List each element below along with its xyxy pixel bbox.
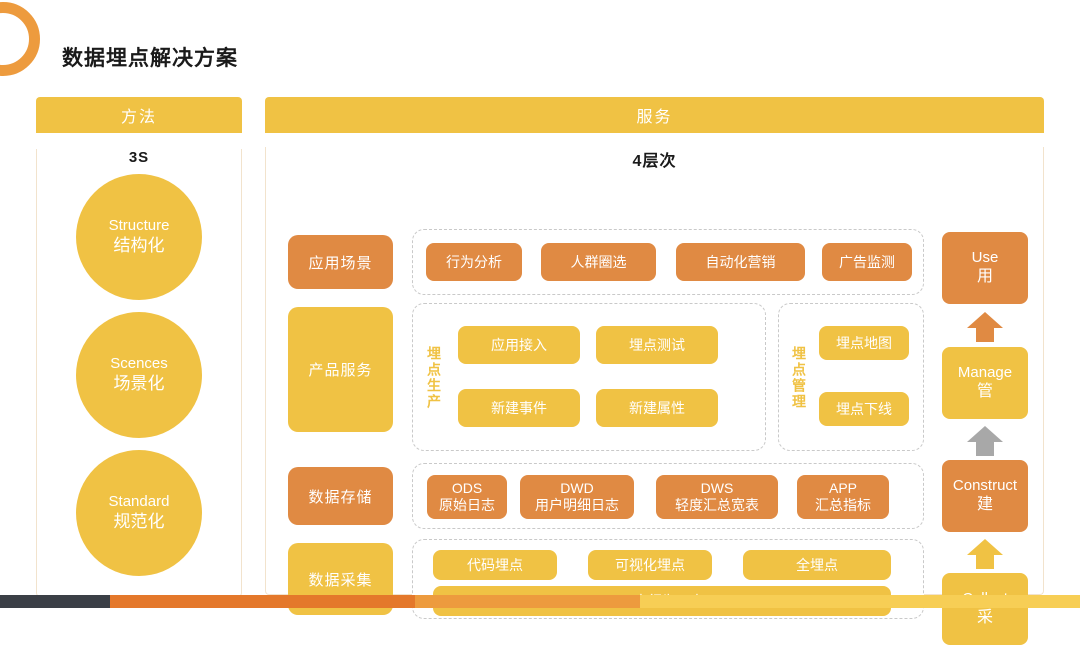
chip-full-tracking[interactable]: 全埋点 (743, 550, 891, 580)
stage-box-use[interactable]: Use 用 (942, 232, 1028, 304)
chip-line1: DWS (700, 480, 734, 497)
method-circle-structure[interactable]: Structure 结构化 (76, 174, 202, 300)
chip-code-tracking[interactable]: 代码埋点 (433, 550, 557, 580)
chip-behavior-analysis[interactable]: 行为分析 (426, 243, 522, 281)
chip-tracking-offline[interactable]: 埋点下线 (819, 392, 909, 426)
ring-decoration (0, 2, 40, 76)
chip-line2: 用户明细日志 (535, 497, 619, 513)
chip-line2: 原始日志 (439, 497, 495, 513)
chip-line2: 汇总指标 (815, 497, 871, 513)
circle-cn-label: 场景化 (113, 373, 165, 393)
service-panel-header: 服务 (265, 97, 1044, 133)
circle-en-label: Structure (108, 217, 170, 235)
row-label-product-service[interactable]: 产品服务 (288, 307, 393, 432)
chip-ods[interactable]: ODS 原始日志 (427, 475, 507, 519)
chip-marketing-automation[interactable]: 自动化营销 (676, 243, 805, 281)
page-title: 数据埋点解决方案 (62, 47, 238, 70)
chip-ad-monitoring[interactable]: 广告监测 (822, 243, 912, 281)
row-label-data-storage[interactable]: 数据存储 (288, 467, 393, 525)
stage-box-manage[interactable]: Manage 管 (942, 347, 1028, 419)
method-circle-scences[interactable]: Scences 场景化 (76, 312, 202, 438)
chip-dws[interactable]: DWS 轻度汇总宽表 (656, 475, 778, 519)
circle-en-label: Standard (108, 493, 170, 511)
circle-cn-label: 规范化 (113, 511, 165, 531)
stage-box-construct[interactable]: Construct 建 (942, 460, 1028, 532)
chip-line2: 轻度汇总宽表 (675, 497, 759, 513)
stage-en-label: Manage (957, 363, 1013, 381)
chip-dwd[interactable]: DWD 用户明细日志 (520, 475, 634, 519)
bottom-bar-segment-2 (110, 595, 415, 608)
method-panel: 方法 3S Structure 结构化 Scences 场景化 Standard… (36, 97, 242, 597)
stage-en-label: Construct (952, 476, 1018, 494)
row-label-application-scenario[interactable]: 应用场景 (288, 235, 393, 289)
method-panel-body: 3S Structure 结构化 Scences 场景化 Standard 规范… (36, 149, 242, 597)
chip-visual-tracking[interactable]: 可视化埋点 (588, 550, 712, 580)
method-circle-list: Structure 结构化 Scences 场景化 Standard 规范化 (37, 174, 241, 576)
chip-line1: ODS (451, 480, 483, 497)
bottom-bar-segment-3 (415, 595, 640, 608)
chip-new-event[interactable]: 新建事件 (458, 389, 580, 427)
group-label-tracking-management: 埋点管理 (791, 346, 807, 410)
service-panel-body: 4层次 应用场景 行为分析 人群圈选 自动化营销 广告监测 产品服务 埋点生产 … (265, 147, 1044, 645)
stage-cn-label: 建 (976, 496, 993, 514)
chip-audience-selection[interactable]: 人群圈选 (541, 243, 656, 281)
service-panel: 服务 4层次 应用场景 行为分析 人群圈选 自动化营销 广告监测 产品服务 埋点… (265, 97, 1044, 645)
chip-tracking-test[interactable]: 埋点测试 (596, 326, 718, 364)
circle-cn-label: 结构化 (113, 235, 165, 255)
bottom-color-bar (0, 595, 1080, 608)
stage-cn-label: 采 (976, 609, 993, 627)
row1-group: 行为分析 人群圈选 自动化营销 广告监测 (412, 229, 924, 295)
chip-app-integration[interactable]: 应用接入 (458, 326, 580, 364)
row2-group-tracking-management: 埋点管理 埋点地图 埋点下线 (778, 303, 924, 451)
method-subtitle: 3S (128, 149, 150, 166)
bottom-bar-segment-4 (640, 595, 1080, 608)
arrow-up-icon-construct (963, 537, 1007, 571)
stage-cn-label: 用 (976, 268, 993, 286)
chip-line1: DWD (560, 480, 594, 497)
method-panel-header: 方法 (36, 97, 242, 133)
chip-new-attribute[interactable]: 新建属性 (596, 389, 718, 427)
chip-line1: APP (828, 480, 857, 497)
row3-group: ODS 原始日志 DWD 用户明细日志 DWS 轻度汇总宽表 APP 汇总指标 (412, 463, 924, 529)
arrow-up-icon-use (963, 310, 1007, 344)
group-label-tracking-production: 埋点生产 (426, 346, 442, 410)
service-layers: 应用场景 行为分析 人群圈选 自动化营销 广告监测 产品服务 埋点生产 应用接入… (266, 147, 1043, 645)
arrow-up-icon-manage (963, 424, 1007, 458)
chip-tracking-map[interactable]: 埋点地图 (819, 326, 909, 360)
bottom-bar-segment-1 (0, 595, 110, 608)
stage-en-label: Use (971, 248, 999, 266)
circle-en-label: Scences (110, 355, 168, 373)
stage-cn-label: 管 (976, 383, 993, 401)
method-circle-standard[interactable]: Standard 规范化 (76, 450, 202, 576)
chip-app[interactable]: APP 汇总指标 (797, 475, 889, 519)
stage-box-collect[interactable]: Collect 采 (942, 573, 1028, 645)
row2-group-tracking-production: 埋点生产 应用接入 埋点测试 新建事件 新建属性 (412, 303, 766, 451)
